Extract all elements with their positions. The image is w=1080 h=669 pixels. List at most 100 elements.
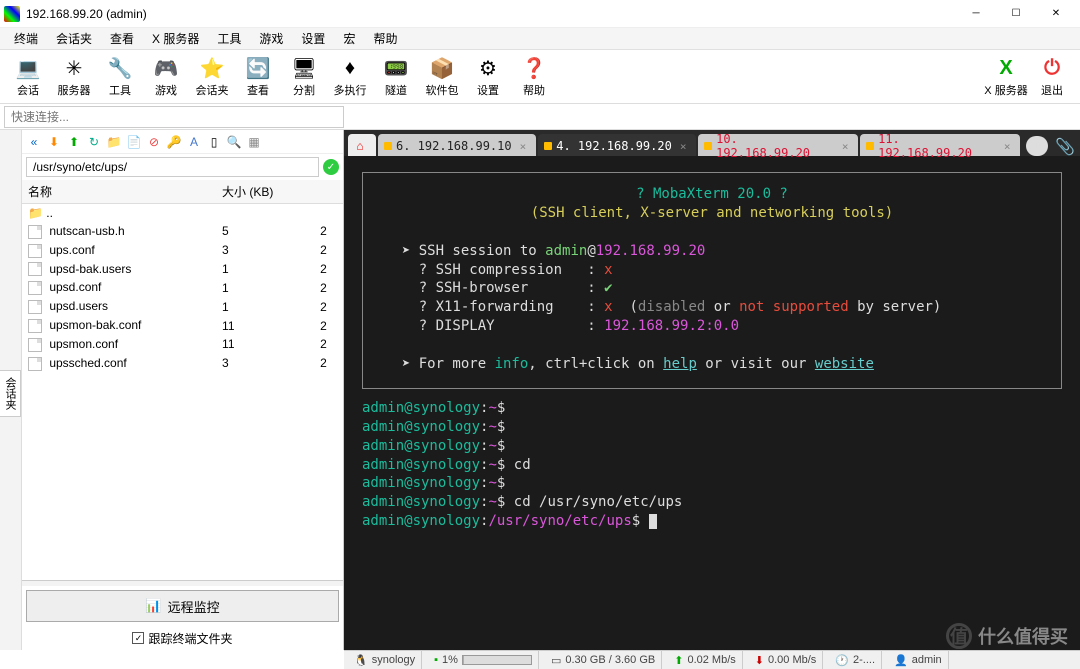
key-icon[interactable]: 🔑 bbox=[166, 134, 182, 150]
status-bar: 🐧synology ▪1% ▭0.30 GB / 3.60 GB ⬆0.02 M… bbox=[344, 650, 1080, 669]
tool-服务器[interactable]: ✳服务器 bbox=[52, 52, 96, 102]
new-folder-icon[interactable]: 📁 bbox=[106, 134, 122, 150]
分割-icon: 🖥 bbox=[291, 56, 316, 82]
cpu-icon: ▪ bbox=[434, 654, 438, 666]
path-row: ✓ bbox=[22, 154, 343, 180]
back-icon[interactable]: « bbox=[26, 134, 42, 150]
close-tab-icon[interactable]: × bbox=[680, 140, 687, 153]
tool-会话夹[interactable]: ⭐会话夹 bbox=[190, 52, 234, 102]
file-row[interactable]: upsd-bak.users12 bbox=[22, 260, 343, 279]
menu-会话夹[interactable]: 会话夹 bbox=[48, 28, 100, 49]
main-toolbar: 💻会话✳服务器🔧工具🎮游戏⭐会话夹🔄查看🖥分割♦多执行📟隧道📦软件包⚙设置❓帮助… bbox=[0, 50, 1080, 104]
软件包-icon: 📦 bbox=[430, 56, 455, 82]
close-tab-icon[interactable]: × bbox=[1004, 140, 1011, 153]
menu-查看[interactable]: 查看 bbox=[102, 28, 142, 49]
ram-icon: ▭ bbox=[551, 654, 561, 667]
new-file-icon[interactable]: 📄 bbox=[126, 134, 142, 150]
settings-icon[interactable]: ▦ bbox=[246, 134, 262, 150]
attach-icon[interactable]: 📎 bbox=[1054, 137, 1076, 156]
tool-软件包[interactable]: 📦软件包 bbox=[420, 52, 464, 102]
file-row[interactable]: 📁 .. bbox=[22, 204, 343, 223]
session-tab[interactable]: 10. 192.168.99.20× bbox=[698, 134, 858, 156]
new-tab-button[interactable]: ⊕ bbox=[1026, 136, 1048, 156]
bolt-icon bbox=[544, 142, 552, 150]
up-icon: ⬆ bbox=[674, 654, 683, 667]
帮助-icon: ❓ bbox=[522, 56, 547, 82]
file-row[interactable]: upssched.conf32 bbox=[22, 354, 343, 373]
download-icon[interactable]: ⬇ bbox=[46, 134, 62, 150]
terminal-output[interactable]: ? MobaXterm 20.0 ?(SSH client, X-server … bbox=[344, 156, 1080, 650]
path-input[interactable] bbox=[26, 157, 319, 177]
tool-X 服务器[interactable]: XX 服务器 bbox=[984, 52, 1028, 102]
close-tab-icon[interactable]: × bbox=[842, 140, 849, 153]
quick-connect-input[interactable] bbox=[4, 106, 344, 128]
tool-查看[interactable]: 🔄查看 bbox=[236, 52, 280, 102]
status-time: 2-.... bbox=[853, 654, 875, 666]
close-button[interactable]: ✕ bbox=[1036, 0, 1076, 28]
status-up: 0.02 Mb/s bbox=[687, 654, 735, 666]
查看-icon: 🔄 bbox=[246, 56, 271, 82]
follow-terminal-checkbox[interactable]: ✓ 跟踪终端文件夹 bbox=[22, 626, 343, 650]
file-row[interactable]: ups.conf32 bbox=[22, 241, 343, 260]
tool-会话[interactable]: 💻会话 bbox=[6, 52, 50, 102]
delete-icon[interactable]: ⊘ bbox=[146, 134, 162, 150]
session-tab[interactable]: 6. 192.168.99.10× bbox=[378, 134, 536, 156]
search-icon[interactable]: 🔍 bbox=[226, 134, 242, 150]
file-table[interactable]: 名称大小 (KB) 📁 .. nutscan-usb.h52 ups.conf3… bbox=[22, 180, 343, 580]
close-tab-icon[interactable]: × bbox=[520, 140, 527, 153]
session-tab[interactable]: 4. 192.168.99.20× bbox=[538, 134, 696, 156]
filter-icon[interactable]: ▯ bbox=[206, 134, 222, 150]
menu-游戏[interactable]: 游戏 bbox=[251, 28, 291, 49]
menu-终端[interactable]: 终端 bbox=[6, 28, 46, 49]
remote-monitor-button[interactable]: 📊 远程监控 bbox=[26, 590, 339, 622]
menu-设置[interactable]: 设置 bbox=[293, 28, 333, 49]
session-tab[interactable]: 11. 192.168.99.20× bbox=[860, 134, 1020, 156]
home-icon: ⌂ bbox=[356, 139, 363, 153]
tool-退出[interactable]: ⏻退出 bbox=[1030, 52, 1074, 102]
path-ok-icon: ✓ bbox=[323, 159, 339, 175]
tool-游戏[interactable]: 🎮游戏 bbox=[144, 52, 188, 102]
menu-宏[interactable]: 宏 bbox=[335, 28, 363, 49]
side-tabs: 会话夹工具宏Scp bbox=[0, 130, 22, 650]
tab-home[interactable]: ⌂ bbox=[348, 134, 376, 156]
tool-多执行[interactable]: ♦多执行 bbox=[328, 52, 372, 102]
X 服务器-icon: X bbox=[999, 56, 1012, 82]
col-header[interactable] bbox=[314, 180, 343, 204]
bolt-icon bbox=[704, 142, 712, 150]
会话夹-icon: ⭐ bbox=[200, 56, 225, 82]
file-row[interactable]: upsd.users12 bbox=[22, 297, 343, 316]
side-tab-会话夹[interactable]: 会话夹 bbox=[0, 370, 21, 417]
col-header[interactable]: 大小 (KB) bbox=[216, 180, 314, 204]
status-host: synology bbox=[372, 654, 415, 666]
file-row[interactable]: upsd.conf12 bbox=[22, 278, 343, 297]
file-row[interactable]: nutscan-usb.h52 bbox=[22, 222, 343, 241]
游戏-icon: 🎮 bbox=[154, 56, 179, 82]
user-icon: 👤 bbox=[894, 654, 908, 667]
tool-工具[interactable]: 🔧工具 bbox=[98, 52, 142, 102]
text-icon[interactable]: A bbox=[186, 134, 202, 150]
多执行-icon: ♦ bbox=[345, 56, 355, 82]
cpu-bar bbox=[462, 655, 532, 665]
status-dn: 0.00 Mb/s bbox=[768, 654, 816, 666]
minimize-button[interactable]: ─ bbox=[956, 0, 996, 28]
会话-icon: 💻 bbox=[16, 56, 41, 82]
tool-帮助[interactable]: ❓帮助 bbox=[512, 52, 556, 102]
terminal-area: ⌂ 6. 192.168.99.10×4. 192.168.99.20×10. 1… bbox=[344, 130, 1080, 650]
window-title: 192.168.99.20 (admin) bbox=[26, 7, 147, 21]
menu-工具[interactable]: 工具 bbox=[209, 28, 249, 49]
refresh-icon[interactable]: ↻ bbox=[86, 134, 102, 150]
file-row[interactable]: upsmon-bak.conf112 bbox=[22, 316, 343, 335]
menu-帮助[interactable]: 帮助 bbox=[365, 28, 405, 49]
menu-X 服务器[interactable]: X 服务器 bbox=[144, 28, 207, 49]
title-bar: 192.168.99.20 (admin) ─ ☐ ✕ bbox=[0, 0, 1080, 28]
upload-icon[interactable]: ⬆ bbox=[66, 134, 82, 150]
tool-设置[interactable]: ⚙设置 bbox=[466, 52, 510, 102]
tool-分割[interactable]: 🖥分割 bbox=[282, 52, 326, 102]
tool-隧道[interactable]: 📟隧道 bbox=[374, 52, 418, 102]
status-mem: 0.30 GB / 3.60 GB bbox=[565, 654, 655, 666]
col-header[interactable]: 名称 bbox=[22, 180, 216, 204]
file-row[interactable]: upsmon.conf112 bbox=[22, 335, 343, 354]
quick-connect-bar bbox=[0, 104, 1080, 130]
maximize-button[interactable]: ☐ bbox=[996, 0, 1036, 28]
monitor-icon: 📊 bbox=[145, 598, 161, 614]
